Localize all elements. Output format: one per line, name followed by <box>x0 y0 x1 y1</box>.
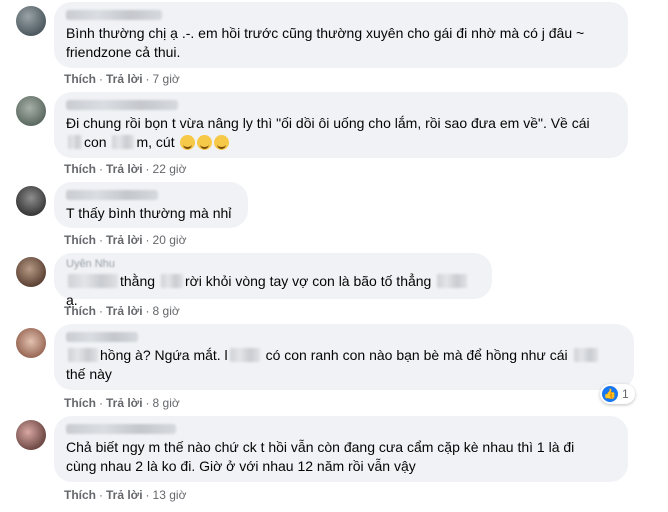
comment-actions: Thích · Trả lời · 7 giờ <box>64 72 180 86</box>
redacted-text <box>573 348 598 362</box>
separator: · <box>145 162 150 176</box>
comment-text-fragment: m, cút <box>136 134 175 150</box>
like-link[interactable]: Thích <box>64 162 96 176</box>
timestamp[interactable]: 8 giờ <box>153 396 180 410</box>
commenter-name[interactable] <box>66 10 162 20</box>
comment-text-line: friendzone cả thui. <box>66 44 181 60</box>
reply-link[interactable]: Trả lời <box>106 72 143 86</box>
comment-text-fragment: rời khỏi vòng tay vợ con là bão tố thẳng <box>184 273 432 289</box>
like-link[interactable]: Thích <box>64 396 96 410</box>
separator: · <box>145 396 150 410</box>
comment-bubble: Đi chung rồi bọn t vừa nâng ly thì "ối d… <box>54 92 628 158</box>
comment-text-fragment: có con ranh con nào bạn bè mà để hồng nh… <box>265 347 568 363</box>
redacted-text <box>68 274 118 288</box>
avatar[interactable] <box>16 420 46 450</box>
timestamp[interactable]: 13 giờ <box>153 488 187 502</box>
smiley-emoji-icon <box>214 135 230 150</box>
reply-link[interactable]: Trả lời <box>106 304 143 318</box>
commenter-name[interactable] <box>66 424 176 434</box>
separator: · <box>145 233 150 247</box>
comment-bubble: T thấy bình thường mà nhỉ <box>54 182 248 228</box>
comment-text-line: Bình thường chị ạ .-. em hồi trước cũng … <box>66 25 585 41</box>
comment-actions: Thích · Trả lời · 8 giờ <box>64 304 180 318</box>
redacted-text <box>229 348 260 362</box>
like-link[interactable]: Thích <box>64 72 96 86</box>
redacted-text <box>68 348 98 362</box>
separator: · <box>99 304 103 318</box>
comment-actions: Thích · Trả lời · 8 giờ <box>64 396 180 410</box>
redacted-text <box>160 274 183 288</box>
redacted-text <box>112 135 135 149</box>
comment-text-line: con m, cút <box>66 133 616 152</box>
timestamp[interactable]: 7 giờ <box>153 72 180 86</box>
comment-text-line: thế này <box>66 366 112 382</box>
comment-text-line: Đi chung rồi bọn t vừa nâng ly thì "ối d… <box>66 115 590 131</box>
redacted-text <box>437 274 468 288</box>
reaction-count: 1 <box>622 387 629 401</box>
avatar[interactable] <box>16 328 46 358</box>
comment-actions: Thích · Trả lời · 20 giờ <box>64 233 186 247</box>
reply-link[interactable]: Trả lời <box>106 233 143 247</box>
comment-text-fragment: con <box>84 134 107 150</box>
separator: · <box>145 304 150 318</box>
separator: · <box>145 488 150 502</box>
redacted-text <box>68 135 82 149</box>
commenter-name[interactable]: Uyên Nhu <box>66 259 480 270</box>
avatar[interactable] <box>16 257 46 287</box>
comment-bubble: Bình thường chị ạ .-. em hồi trước cũng … <box>54 2 628 68</box>
smiley-emoji-icon <box>180 135 196 150</box>
like-link[interactable]: Thích <box>64 233 96 247</box>
separator: · <box>99 162 103 176</box>
like-link[interactable]: Thích <box>64 304 96 318</box>
avatar[interactable] <box>16 186 46 216</box>
commenter-name[interactable] <box>66 100 178 110</box>
timestamp[interactable]: 20 giờ <box>153 233 187 247</box>
commenter-name[interactable] <box>66 332 138 342</box>
comment-actions: Thích · Trả lời · 13 giờ <box>64 488 186 502</box>
timestamp[interactable]: 22 giờ <box>153 162 187 176</box>
timestamp[interactable]: 8 giờ <box>153 304 180 318</box>
separator: · <box>99 488 103 502</box>
reply-link[interactable]: Trả lời <box>106 396 143 410</box>
comment-text-line: cùng nhau 2 là ko đi. Giờ ở với nhau 12 … <box>66 458 416 474</box>
separator: · <box>99 396 103 410</box>
comment-actions: Thích · Trả lời · 22 giờ <box>64 162 186 176</box>
comment-bubble: Uyên Nhu thằng rời khỏi vòng tay vợ con … <box>54 253 492 308</box>
reaction-summary[interactable]: 👍 1 <box>600 384 635 404</box>
comment-bubble: hồng à? Ngứa mắt. l có con ranh con nào … <box>54 324 634 390</box>
reply-link[interactable]: Trả lời <box>106 488 143 502</box>
comment-text-fragment: thằng <box>120 273 156 289</box>
smiley-emoji-icon <box>197 135 213 150</box>
commenter-name[interactable] <box>66 190 158 200</box>
reply-link[interactable]: Trả lời <box>106 162 143 176</box>
comment-bubble: Chả biết ngy m thế nào chứ ck t hồi vẫn … <box>54 416 628 482</box>
comment-text-line: hồng à? Ngứa mắt. l có con ranh con nào … <box>66 346 622 365</box>
comment-text-fragment: hồng à? Ngứa mắt. l <box>100 347 228 363</box>
separator: · <box>99 233 103 247</box>
comment-text-line: T thấy bình thường mà nhỉ <box>66 205 232 221</box>
thumbs-up-icon: 👍 <box>602 386 618 402</box>
avatar[interactable] <box>16 6 46 36</box>
separator: · <box>99 72 103 86</box>
comment-text-line: Chả biết ngy m thế nào chứ ck t hồi vẫn … <box>66 439 575 455</box>
like-link[interactable]: Thích <box>64 488 96 502</box>
avatar[interactable] <box>16 96 46 126</box>
separator: · <box>145 72 150 86</box>
